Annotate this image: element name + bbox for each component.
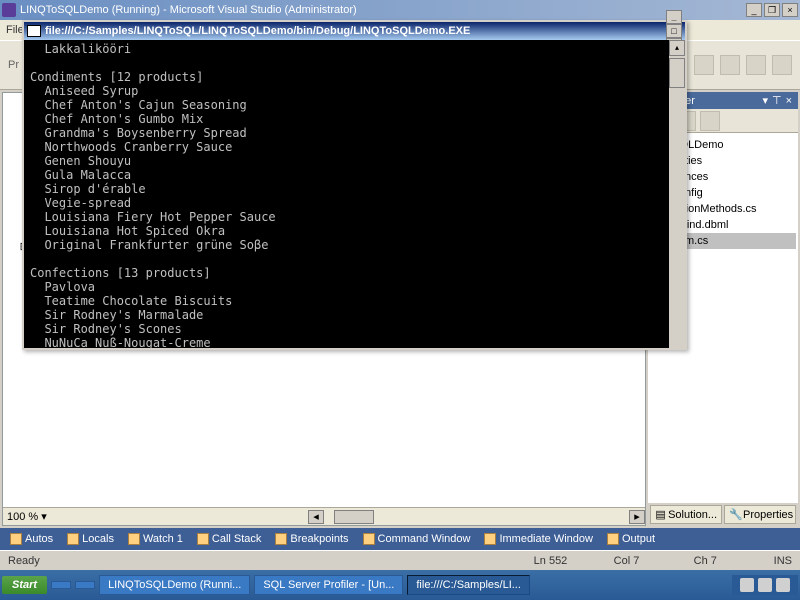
tab-locals[interactable]: Locals bbox=[61, 531, 120, 547]
minimize-button[interactable]: _ bbox=[746, 3, 762, 17]
restore-button[interactable]: ❐ bbox=[764, 3, 780, 17]
horizontal-scrollbar[interactable]: ◂ ▸ bbox=[53, 509, 645, 525]
scroll-thumb[interactable] bbox=[334, 510, 374, 524]
tab-icon bbox=[484, 533, 496, 545]
tab-icon bbox=[67, 533, 79, 545]
tab-immediate[interactable]: Immediate Window bbox=[478, 531, 599, 547]
scroll-up-button[interactable]: ▴ bbox=[669, 40, 685, 56]
toolbar-button[interactable] bbox=[772, 55, 792, 75]
tab-properties[interactable]: 🔧Properties bbox=[724, 505, 796, 524]
bottom-tool-tabs: Autos Locals Watch 1 Call Stack Breakpoi… bbox=[0, 528, 800, 550]
status-bar: Ready Ln 552 Col 7 Ch 7 INS bbox=[0, 550, 800, 570]
console-minimize-button[interactable]: _ bbox=[666, 10, 682, 24]
tab-output[interactable]: Output bbox=[601, 531, 661, 547]
close-button[interactable]: × bbox=[782, 3, 798, 17]
taskbar-item-profiler[interactable]: SQL Server Profiler - [Un... bbox=[254, 575, 403, 595]
tab-icon bbox=[10, 533, 22, 545]
solution-icon: ▤ bbox=[655, 508, 666, 521]
console-icon bbox=[27, 25, 41, 37]
toolbar-button[interactable] bbox=[720, 55, 740, 75]
vs-title-text: LINQToSQLDemo (Running) - Microsoft Visu… bbox=[20, 4, 357, 16]
toolbar-button[interactable] bbox=[700, 111, 720, 131]
toolbar-label: Pr bbox=[8, 59, 19, 71]
status-insert-mode: INS bbox=[774, 555, 792, 567]
tab-callstack[interactable]: Call Stack bbox=[191, 531, 268, 547]
taskbar-item-console[interactable]: file:///C:/Samples/LI... bbox=[407, 575, 530, 595]
window-controls: _ ❐ × bbox=[746, 3, 798, 17]
console-maximize-button[interactable]: □ bbox=[666, 24, 682, 38]
tab-icon bbox=[128, 533, 140, 545]
scroll-right-button[interactable]: ▸ bbox=[629, 510, 645, 524]
scroll-thumb[interactable] bbox=[669, 58, 685, 88]
zoom-dropdown[interactable]: 100 % ▾ bbox=[3, 510, 53, 523]
quicklaunch-button[interactable] bbox=[51, 581, 71, 589]
start-button[interactable]: Start bbox=[2, 576, 47, 594]
panel-tabs: ▤Solution... 🔧Properties bbox=[648, 503, 798, 526]
tab-icon bbox=[607, 533, 619, 545]
taskbar-item-vs[interactable]: LINQToSQLDemo (Runni... bbox=[99, 575, 250, 595]
tab-autos[interactable]: Autos bbox=[4, 531, 59, 547]
toolbar-button[interactable] bbox=[746, 55, 766, 75]
vs-logo-icon bbox=[2, 3, 16, 17]
status-line: Ln 552 bbox=[534, 555, 614, 567]
console-output[interactable]: Lakkalikööri Condiments [12 products] An… bbox=[24, 40, 685, 348]
tray-icon[interactable] bbox=[758, 578, 772, 592]
toolbar-button[interactable] bbox=[694, 55, 714, 75]
windows-taskbar: Start LINQToSQLDemo (Runni... SQL Server… bbox=[0, 570, 800, 600]
tab-icon bbox=[197, 533, 209, 545]
editor-bottom-bar: 100 % ▾ ◂ ▸ bbox=[3, 507, 645, 525]
tab-breakpoints[interactable]: Breakpoints bbox=[269, 531, 354, 547]
scroll-left-button[interactable]: ◂ bbox=[308, 510, 324, 524]
tab-solution-explorer[interactable]: ▤Solution... bbox=[650, 505, 722, 524]
tab-icon bbox=[363, 533, 375, 545]
status-ready: Ready bbox=[8, 555, 40, 567]
console-scrollbar[interactable]: ▴ bbox=[669, 40, 685, 348]
tray-icon[interactable] bbox=[776, 578, 790, 592]
pin-icon[interactable]: ⊤ bbox=[772, 94, 782, 107]
tab-icon bbox=[275, 533, 287, 545]
properties-icon: 🔧 bbox=[729, 508, 741, 521]
tray-icon[interactable] bbox=[740, 578, 754, 592]
system-tray[interactable] bbox=[732, 575, 798, 595]
console-title-text: file:///C:/Samples/LINQToSQL/LINQToSQLDe… bbox=[45, 25, 470, 37]
console-title-bar[interactable]: file:///C:/Samples/LINQToSQL/LINQToSQLDe… bbox=[24, 22, 685, 40]
tab-command[interactable]: Command Window bbox=[357, 531, 477, 547]
console-window[interactable]: file:///C:/Samples/LINQToSQL/LINQToSQLDe… bbox=[22, 20, 687, 350]
status-column: Col 7 bbox=[614, 555, 694, 567]
close-icon[interactable]: × bbox=[786, 95, 792, 107]
status-char: Ch 7 bbox=[694, 555, 774, 567]
tab-watch[interactable]: Watch 1 bbox=[122, 531, 189, 547]
quicklaunch-button[interactable] bbox=[75, 581, 95, 589]
dropdown-icon[interactable]: ▾ bbox=[762, 94, 768, 107]
